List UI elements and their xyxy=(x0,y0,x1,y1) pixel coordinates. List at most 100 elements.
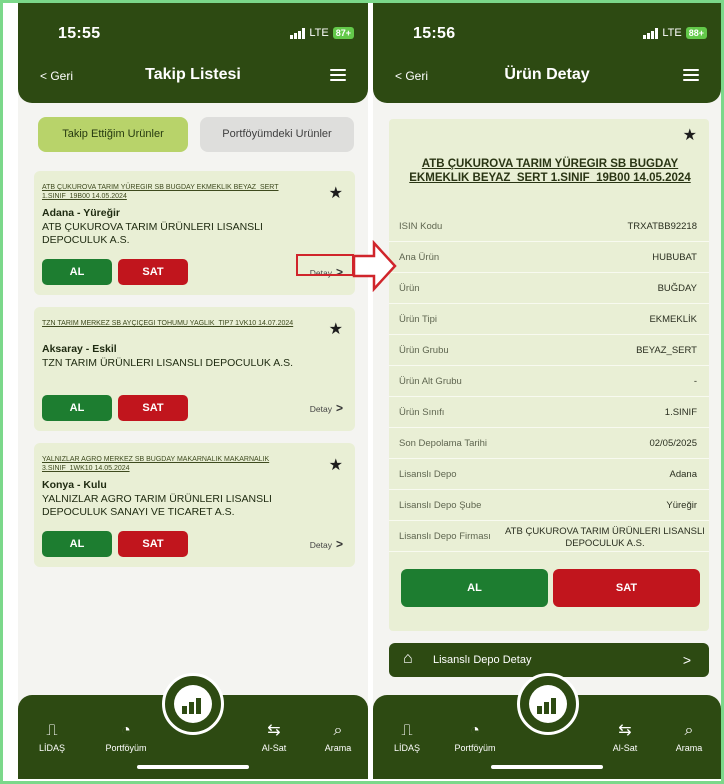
sell-button[interactable]: SAT xyxy=(118,531,188,557)
detail-row: Ürün Alt Grubu - xyxy=(389,366,709,397)
tab-portfolio-products[interactable]: Portföyümdeki Urünler xyxy=(200,117,354,152)
portfolio-icon: ◔ xyxy=(470,722,480,739)
detail-key: Ürün Alt Grubu xyxy=(399,376,462,387)
battery-badge: 87+ xyxy=(332,27,354,39)
product-card[interactable]: YALNIZLAR AGRO MERKEZ SB BUGDAY MAKARNAL… xyxy=(34,443,355,567)
detail-value: EKMEKLİK xyxy=(649,314,697,325)
nav-al-sat-label: Al-Sat xyxy=(612,743,638,753)
nav-lidas-label: LİDAŞ xyxy=(38,743,65,753)
star-icon[interactable]: ★ xyxy=(329,319,343,339)
portfolio-icon: ◔ xyxy=(121,722,131,739)
signal-icon xyxy=(643,27,659,39)
nav-lidas[interactable]: ⎍ LİDAŞ xyxy=(22,722,82,753)
nav-portfolio-label: Portföyüm xyxy=(105,743,147,753)
nav-al-sat-label: Al-Sat xyxy=(261,743,287,753)
product-firm: YALNIZLAR AGRO TARIM ÜRÜNLERI LISANSLI D… xyxy=(42,493,272,518)
buy-button[interactable]: AL xyxy=(401,569,548,607)
status-time: 15:56 xyxy=(413,25,456,42)
network-label: LTE xyxy=(309,27,329,39)
star-icon[interactable]: ★ xyxy=(329,183,343,203)
menu-icon[interactable] xyxy=(330,69,346,81)
star-icon[interactable]: ★ xyxy=(329,455,343,475)
detail-value: HUBUBAT xyxy=(652,252,697,263)
network-label: LTE xyxy=(662,27,682,39)
detail-row: Lisanslı Depo Firması ATB ÇUKUROVA TARIM … xyxy=(389,521,709,552)
bottom-nav: ⎍ LİDAŞ ◔ Portföyüm ⇆ Al-Sat ⌕ Arama xyxy=(373,673,721,779)
detail-value: BEYAZ_SERT xyxy=(636,345,697,356)
detail-row: Ürün Grubu BEYAZ_SERT xyxy=(389,335,709,366)
detail-key: Ürün Grubu xyxy=(399,345,449,356)
chevron-right-icon: > xyxy=(335,537,343,551)
product-detail-card: ★ ATB ÇUKUROVA TARIM YÜREGIR SB BUGDAY E… xyxy=(389,119,709,631)
signal-icon xyxy=(290,27,306,39)
detail-label: Detay xyxy=(309,540,332,550)
tab-followed-products[interactable]: Takip Ettiğim Urünler xyxy=(38,117,188,152)
nav-row: < Geri Takip Listesi xyxy=(18,61,368,91)
detail-row: Lisanslı Depo Adana xyxy=(389,459,709,490)
detail-key: Ana Ürün xyxy=(399,252,440,263)
product-firm: ATB ÇUKUROVA TARIM ÜRÜNLERI LISANSLI DEP… xyxy=(42,221,263,246)
detail-key: Lisanslı Depo Şube xyxy=(399,500,482,511)
product-location: Adana - Yüreğir xyxy=(42,207,120,219)
chevron-right-icon: > xyxy=(335,401,343,415)
detail-value: Yüreğir xyxy=(666,500,697,511)
licensed-depot-detail-button[interactable]: ⌂ Lisanslı Depo Detay > xyxy=(389,643,709,677)
detail-row: Ana Ürün HUBUBAT xyxy=(389,242,709,273)
nav-lidas[interactable]: ⎍ LİDAŞ xyxy=(377,722,437,753)
detail-row: Ürün BUĞDAY xyxy=(389,273,709,304)
product-card[interactable]: TZN TARIM MERKEZ SB AYÇIÇEGI TOHUMU YAGL… xyxy=(34,307,355,431)
status-bar: 15:55 LTE 87+ xyxy=(18,25,368,45)
buy-button[interactable]: AL xyxy=(42,395,112,421)
licensed-depot-detail-label: Lisanslı Depo Detay xyxy=(433,654,532,666)
detail-value: Adana xyxy=(669,469,697,480)
center-action-button[interactable] xyxy=(162,673,224,735)
detail-link[interactable]: Detay > xyxy=(310,401,343,415)
bottom-nav: ⎍ LİDAŞ ◔ Portföyüm ⇆ Al-Sat ⌕ Arama xyxy=(18,673,368,779)
detail-key: Ürün Sınıfı xyxy=(399,407,445,418)
nav-portfolio-label: Portföyüm xyxy=(454,743,496,753)
product-name-link[interactable]: ATB ÇUKUROVA TARIM YÜREGIR SB BUGDAY EKM… xyxy=(42,183,312,201)
chart-logo-icon xyxy=(529,685,567,723)
detail-key: Ürün xyxy=(399,283,420,294)
lidas-icon: ⎍ xyxy=(401,722,413,739)
buy-button[interactable]: AL xyxy=(42,531,112,557)
chevron-right-icon: > xyxy=(682,652,691,668)
detail-key: Son Depolama Tarihi xyxy=(399,438,488,449)
product-firm: TZN TARIM ÜRÜNLERI LISANSLI DEPOCULUK A.… xyxy=(42,357,294,369)
detail-link[interactable]: Detay > xyxy=(310,537,343,551)
nav-search[interactable]: ⌕ Arama xyxy=(659,722,719,753)
lidas-icon: ⎍ xyxy=(46,722,58,739)
detail-value: 1.SINIF xyxy=(664,407,697,418)
swap-icon: ⇆ xyxy=(267,722,281,739)
detail-row: Ürün Sınıfı 1.SINIF xyxy=(389,397,709,428)
star-icon[interactable]: ★ xyxy=(683,125,697,145)
sell-button[interactable]: SAT xyxy=(553,569,700,607)
nav-portfolio[interactable]: ◔ Portföyüm xyxy=(445,722,505,753)
product-card[interactable]: ATB ÇUKUROVA TARIM YÜREGIR SB BUGDAY EKM… xyxy=(34,171,355,295)
nav-al-sat[interactable]: ⇆ Al-Sat xyxy=(595,720,655,753)
home-indicator xyxy=(137,765,249,769)
phone-takip-listesi: 15:55 LTE 87+ < Geri Takip Listesi Takip… xyxy=(18,3,368,779)
detail-value: 02/05/2025 xyxy=(649,438,697,449)
detail-key: Ürün Tipi xyxy=(399,314,438,325)
sell-button[interactable]: SAT xyxy=(118,259,188,285)
detail-row: Lisanslı Depo Şube Yüreğir xyxy=(389,490,709,521)
chart-logo-icon xyxy=(174,685,212,723)
nav-portfolio[interactable]: ◔ Portföyüm xyxy=(96,722,156,753)
page-title: Takip Listesi xyxy=(145,66,241,83)
buy-button[interactable]: AL xyxy=(42,259,112,285)
product-name-link[interactable]: TZN TARIM MERKEZ SB AYÇIÇEGI TOHUMU YAGL… xyxy=(42,319,312,328)
status-bar: 15:56 LTE 88+ xyxy=(373,25,721,45)
swap-icon: ⇆ xyxy=(618,722,632,739)
menu-icon[interactable] xyxy=(683,69,699,81)
detail-key: Lisanslı Depo Firması xyxy=(399,531,491,542)
center-action-button[interactable] xyxy=(517,673,579,735)
home-indicator xyxy=(491,765,603,769)
sell-button[interactable]: SAT xyxy=(118,395,188,421)
product-name-link[interactable]: YALNIZLAR AGRO MERKEZ SB BUGDAY MAKARNAL… xyxy=(42,455,312,473)
detail-value: - xyxy=(693,376,697,387)
detail-highlight-box xyxy=(296,254,354,276)
nav-search[interactable]: ⌕ Arama xyxy=(308,722,368,753)
detail-list: ISIN Kodu TRXATBB92218 Ana Ürün HUBUBAT Ür… xyxy=(389,211,709,552)
nav-al-sat[interactable]: ⇆ Al-Sat xyxy=(244,720,304,753)
